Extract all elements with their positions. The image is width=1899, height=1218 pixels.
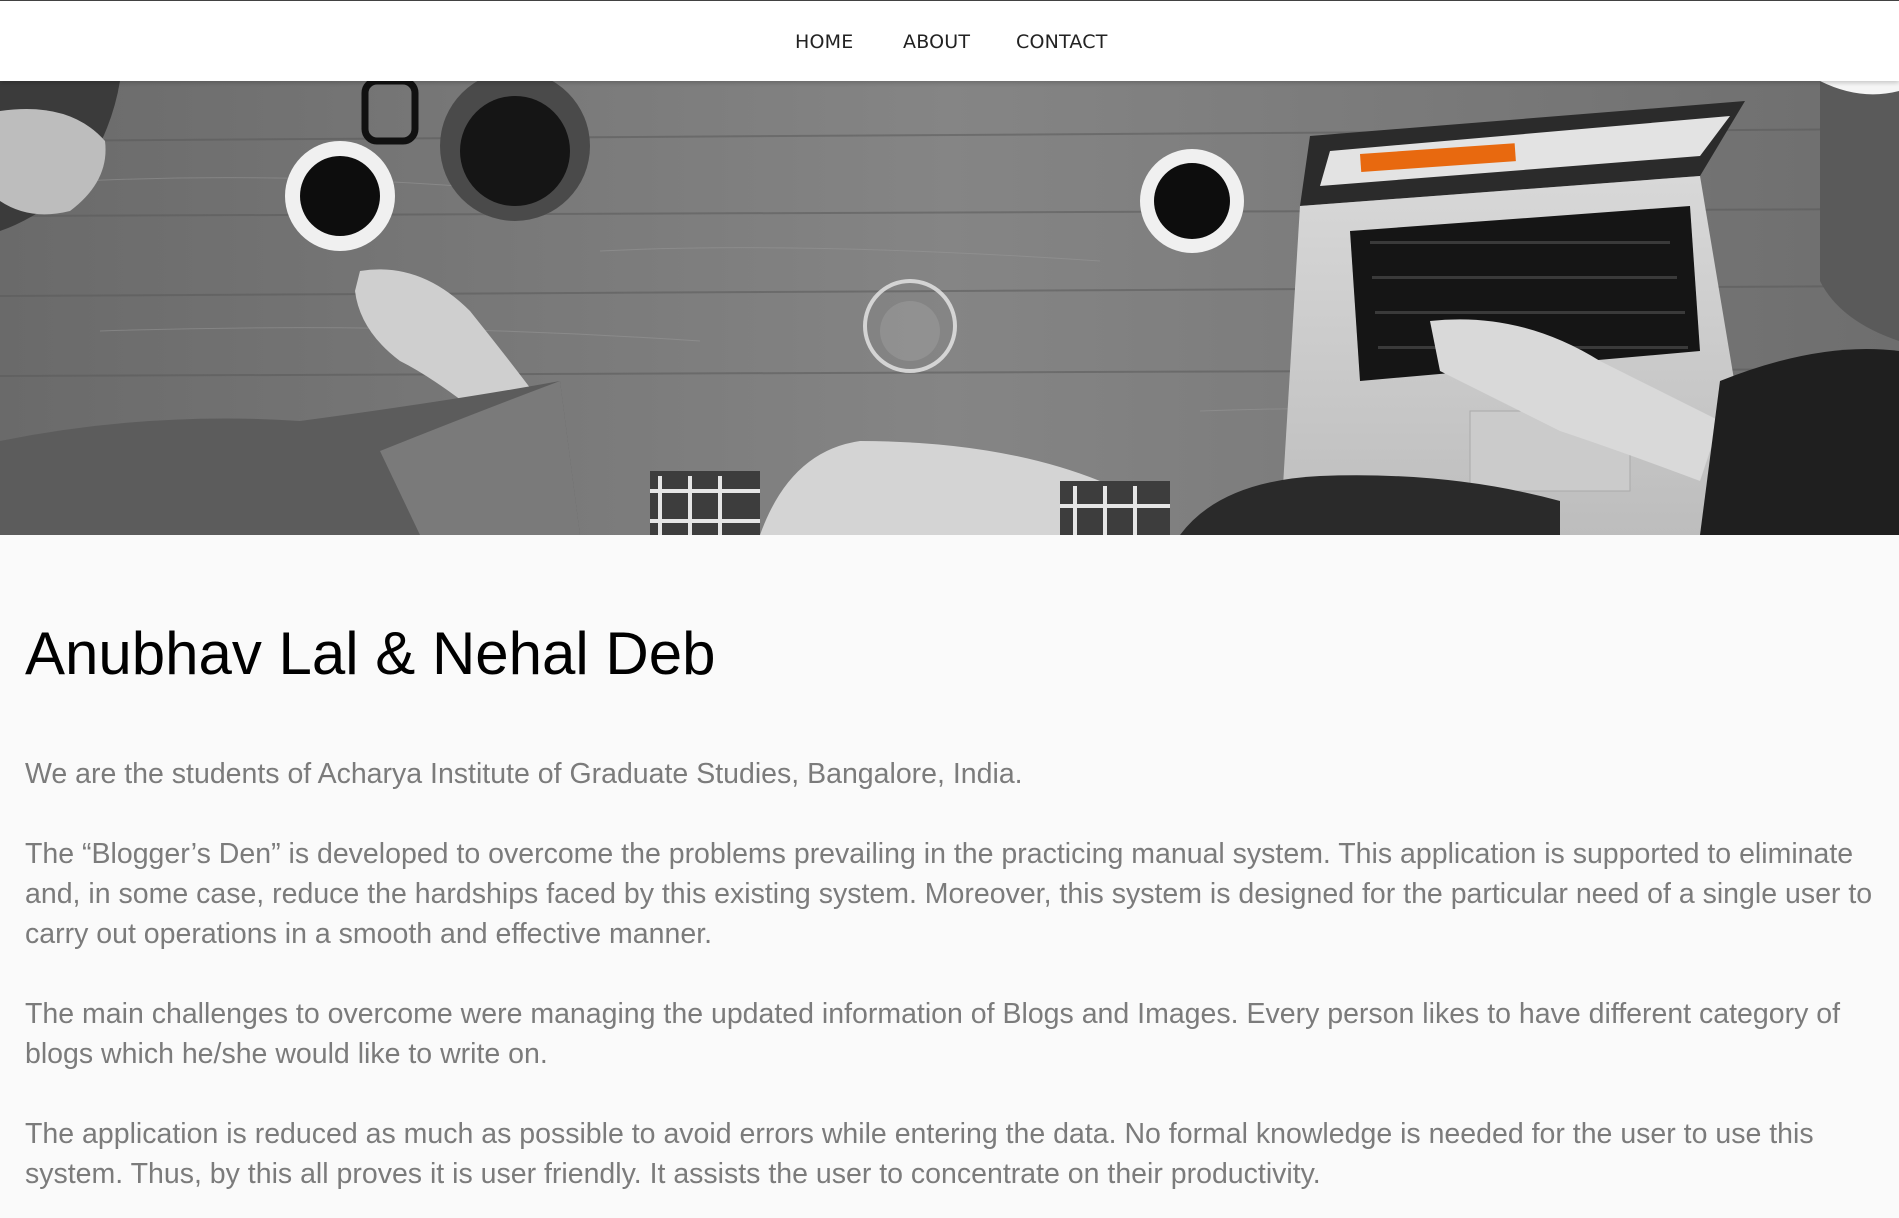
page-title: Anubhav Lal & Nehal Deb	[25, 620, 716, 687]
nav-about-link[interactable]: ABOUT	[903, 31, 970, 53]
intro-paragraph: We are the students of Acharya Institute…	[25, 758, 1023, 790]
description-paragraph: The “Blogger’s Den” is developed to over…	[25, 838, 1873, 950]
challenges-paragraph: The main challenges to overcome were man…	[25, 998, 1841, 1070]
nav-home-link[interactable]: HOME	[795, 31, 853, 53]
hero-banner-image	[0, 81, 1899, 535]
usability-paragraph: The application is reduced as much as po…	[25, 1118, 1814, 1190]
nav-contact-link[interactable]: CONTACT	[1016, 31, 1108, 53]
top-navbar: HOME ABOUT CONTACT	[0, 1, 1899, 81]
